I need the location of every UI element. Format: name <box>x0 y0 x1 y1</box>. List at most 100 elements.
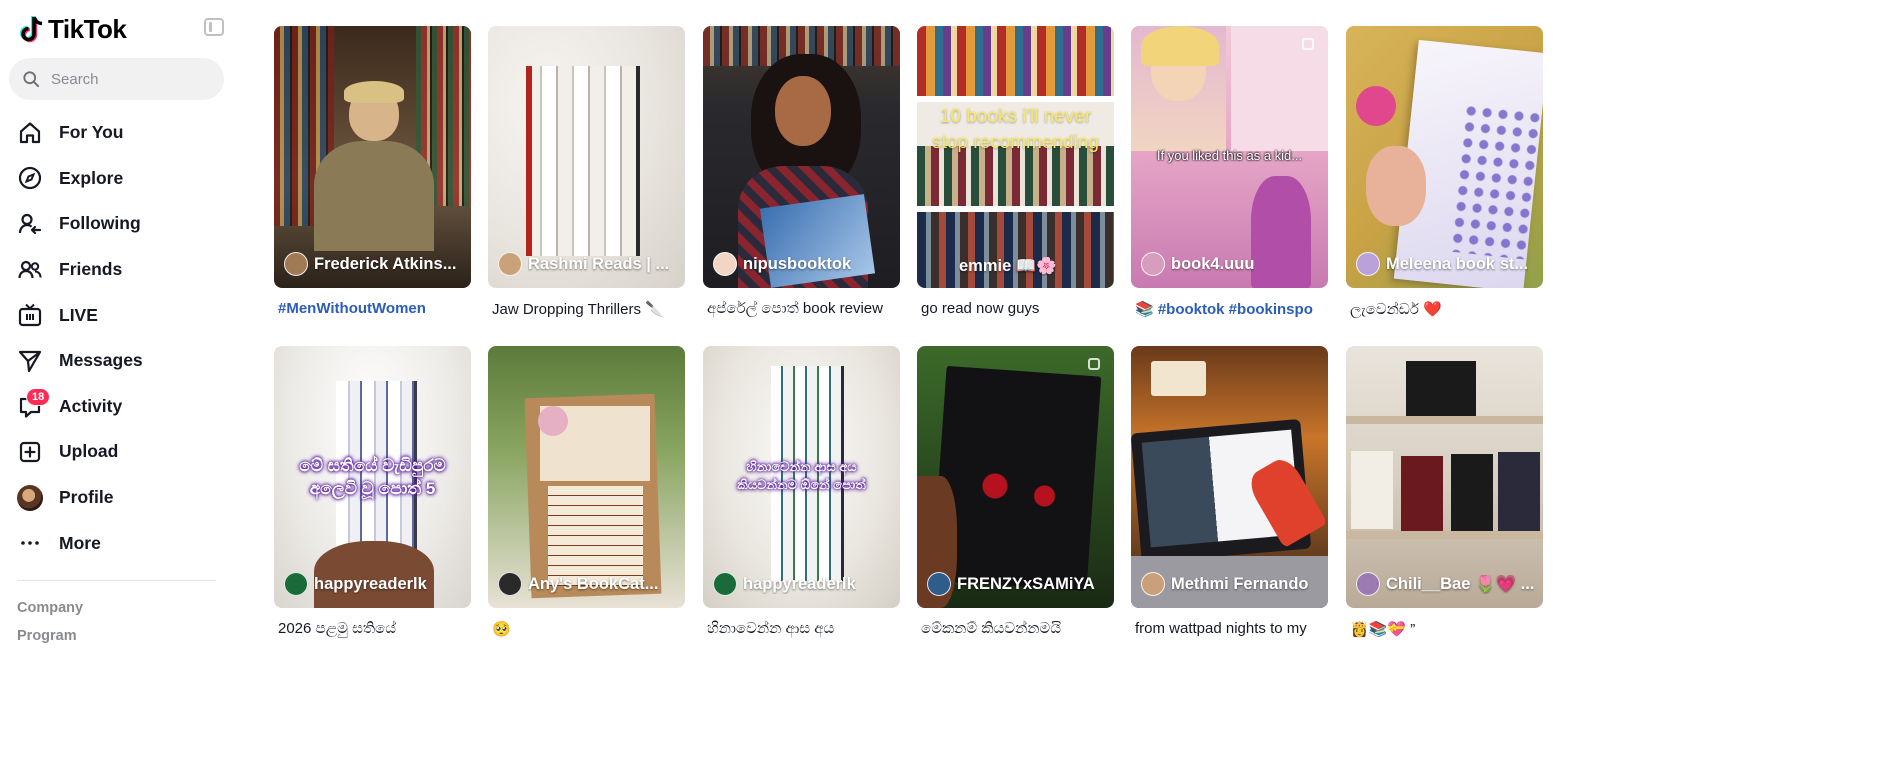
video-author[interactable]: Frederick Atkins... <box>284 252 463 276</box>
video-thumbnail[interactable]: Any's BookCat... <box>488 346 685 608</box>
author-name: nipusbooktok <box>743 254 852 273</box>
video-card[interactable]: FRENZYxSAMiYA මේකනම් කියවන්නමයි <box>917 346 1114 640</box>
video-card[interactable]: nipusbooktok අප්රේල් පොත් book review <box>703 26 900 320</box>
collapse-sidebar-icon[interactable] <box>204 18 224 36</box>
video-thumbnail[interactable]: Frederick Atkins... <box>274 26 471 288</box>
video-thumbnail[interactable]: Methmi Fernando <box>1131 346 1328 608</box>
author-name: FRENZYxSAMiYA <box>957 574 1095 593</box>
footer-link-company[interactable]: Company <box>17 600 83 616</box>
nav-item-live[interactable]: LIVE <box>14 292 224 338</box>
video-card[interactable]: Methmi Fernando from wattpad nights to m… <box>1131 346 1328 640</box>
video-author[interactable]: Methmi Fernando <box>1141 572 1320 596</box>
nav-item-more[interactable]: More <box>14 520 224 566</box>
author-avatar <box>927 572 951 596</box>
video-thumbnail[interactable]: FRENZYxSAMiYA <box>917 346 1114 608</box>
video-caption[interactable]: #MenWithoutWomen <box>274 300 471 320</box>
nav-item-profile[interactable]: Profile <box>14 475 224 521</box>
author-name: Frederick Atkins... <box>314 254 457 273</box>
compass-icon <box>16 164 44 192</box>
nav-item-upload[interactable]: Upload <box>14 429 224 475</box>
search-input[interactable] <box>51 70 211 88</box>
nav-label: Friends <box>59 259 123 280</box>
video-caption[interactable]: go read now guys <box>917 300 1114 320</box>
tiktok-note-icon <box>19 15 43 42</box>
video-author[interactable]: Rashmi Reads | ... <box>498 252 677 276</box>
video-overlay-text: 10 books i'll never stop recommending <box>932 106 1099 153</box>
video-author[interactable]: happyreaderlk <box>713 572 892 596</box>
video-thumbnail[interactable]: nipusbooktok <box>703 26 900 288</box>
video-caption[interactable]: from wattpad nights to my <box>1131 620 1328 640</box>
video-caption[interactable]: 2026 පළමු සතියේ <box>274 620 471 640</box>
video-author[interactable]: emmie 📖🌸 <box>927 257 1106 276</box>
video-author[interactable]: happyreaderlk <box>284 572 463 596</box>
nav-item-activity[interactable]: 18 Activity <box>14 384 224 430</box>
author-avatar <box>713 572 737 596</box>
nav-label: Messages <box>59 350 143 371</box>
author-name: book4.uuu <box>1171 254 1255 273</box>
video-card[interactable]: 10 books i'll never stop recommending em… <box>917 26 1114 320</box>
following-icon <box>16 210 44 238</box>
nav-label: Activity <box>59 395 123 416</box>
video-card[interactable]: Rashmi Reads | ... Jaw Dropping Thriller… <box>488 26 685 320</box>
nav-item-following[interactable]: Following <box>14 201 224 247</box>
video-author[interactable]: Chili__Bae 🌷💗 ... <box>1356 572 1535 596</box>
video-author[interactable]: book4.uuu <box>1141 252 1320 276</box>
video-thumbnail[interactable]: මේ සතියේ වැඩිපුරම අලෙවි වූ පොත් 5 happyr… <box>274 346 471 608</box>
footer-link-program[interactable]: Program <box>17 628 77 644</box>
nav-label: LIVE <box>59 304 98 325</box>
sidebar: TikTok For You Explore Following Friends… <box>0 0 240 782</box>
video-thumbnail[interactable]: If you liked this as a kid... book4.uuu <box>1131 26 1328 288</box>
video-caption[interactable]: හිනාවෙන්න ආස අය <box>703 620 900 640</box>
more-dots-icon <box>16 529 44 557</box>
profile-avatar <box>16 484 44 512</box>
author-name: Methmi Fernando <box>1171 574 1309 593</box>
author-name: Rashmi Reads | ... <box>528 254 670 273</box>
video-author[interactable]: Any's BookCat... <box>498 572 677 596</box>
nav-label: Upload <box>59 441 119 462</box>
nav-label: Explore <box>59 167 124 188</box>
video-author[interactable]: Meleena book st... <box>1356 252 1535 276</box>
video-author[interactable]: FRENZYxSAMiYA <box>927 572 1106 596</box>
video-caption[interactable]: Jaw Dropping Thrillers 🔪 <box>488 300 685 320</box>
video-card[interactable]: Meleena book st... ලැවෙන්ඩර් ❤️ <box>1346 26 1543 320</box>
paper-plane-icon <box>16 347 44 375</box>
video-caption[interactable]: අප්රේල් පොත් book review <box>703 300 900 320</box>
video-card[interactable]: Frederick Atkins... #MenWithoutWomen <box>274 26 471 320</box>
author-avatar <box>1141 252 1165 276</box>
photo-mode-icon <box>1088 358 1100 370</box>
nav-item-messages[interactable]: Messages <box>14 338 224 384</box>
video-overlay-text: If you liked this as a kid... <box>1156 148 1303 163</box>
video-thumbnail[interactable]: Rashmi Reads | ... <box>488 26 685 288</box>
friends-icon <box>16 256 44 284</box>
main-nav: For You Explore Following Friends LIVE M… <box>14 110 224 566</box>
video-thumbnail[interactable]: හිනාවෙන්න ආස අය කියවන්නම ඕනේ පොත් happyr… <box>703 346 900 608</box>
author-avatar <box>498 252 522 276</box>
video-card[interactable]: Any's BookCat... 🥺 <box>488 346 685 640</box>
author-name: happyreaderlk <box>314 574 427 593</box>
video-thumbnail[interactable]: 10 books i'll never stop recommending em… <box>917 26 1114 288</box>
video-card[interactable]: Chili__Bae 🌷💗 ... 👸📚💝 ” <box>1346 346 1543 640</box>
plus-square-icon <box>16 438 44 466</box>
nav-label: Following <box>59 213 141 234</box>
video-caption[interactable]: ලැවෙන්ඩර් ❤️ <box>1346 300 1543 320</box>
video-caption[interactable]: 🥺 <box>488 620 685 640</box>
video-caption[interactable]: මේකනම් කියවන්නමයි <box>917 620 1114 640</box>
author-avatar <box>1141 572 1165 596</box>
video-thumbnail[interactable]: Meleena book st... <box>1346 26 1543 288</box>
video-caption[interactable]: 📚 #booktok #bookinspo <box>1131 300 1328 320</box>
author-name: Any's BookCat... <box>528 574 659 593</box>
video-card[interactable]: හිනාවෙන්න ආස අය කියවන්නම ඕනේ පොත් happyr… <box>703 346 900 640</box>
video-overlay-text: හිනාවෙන්න ආස අය කියවන්නම ඕනේ පොත් <box>737 459 866 492</box>
search-bar[interactable] <box>9 58 224 100</box>
video-card[interactable]: If you liked this as a kid... book4.uuu … <box>1131 26 1328 320</box>
nav-item-explore[interactable]: Explore <box>14 156 224 202</box>
video-thumbnail[interactable]: Chili__Bae 🌷💗 ... <box>1346 346 1543 608</box>
video-caption[interactable]: 👸📚💝 ” <box>1346 620 1543 640</box>
author-avatar <box>713 252 737 276</box>
tiktok-logo[interactable]: TikTok <box>18 14 127 45</box>
video-card[interactable]: මේ සතියේ වැඩිපුරම අලෙවි වූ පොත් 5 happyr… <box>274 346 471 640</box>
nav-item-friends[interactable]: Friends <box>14 247 224 293</box>
nav-label: For You <box>59 122 124 143</box>
video-author[interactable]: nipusbooktok <box>713 252 892 276</box>
nav-item-for-you[interactable]: For You <box>14 110 224 156</box>
